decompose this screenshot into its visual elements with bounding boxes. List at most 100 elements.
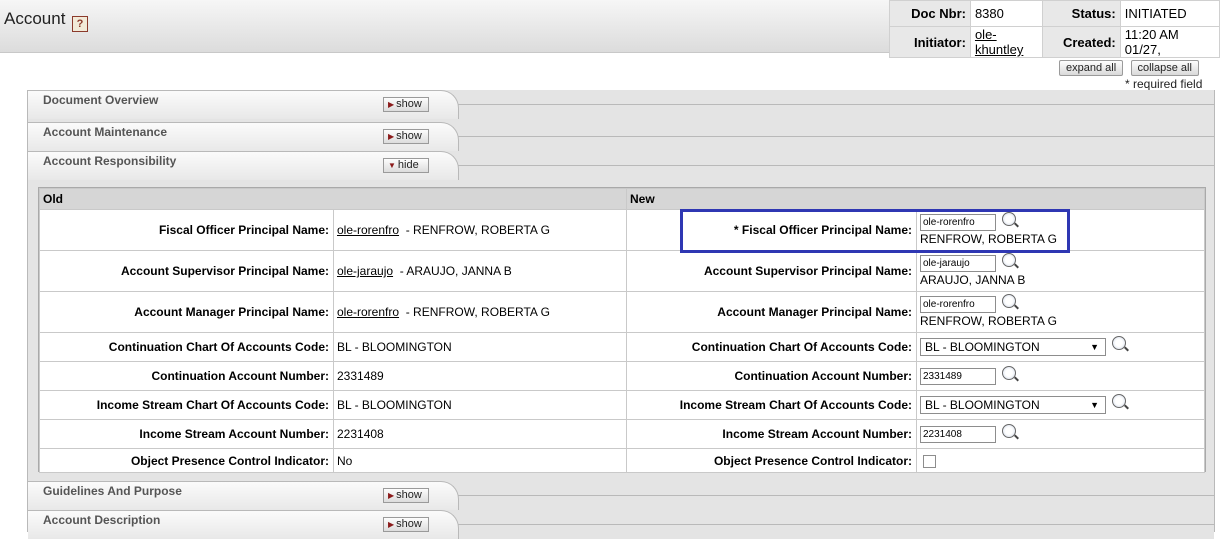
continuation-account-label: Continuation Account Number:	[39, 361, 334, 391]
account-supervisor-new-name: ARAUJO, JANNA B	[920, 273, 1026, 287]
guidelines-show-button[interactable]: ▶ show	[383, 488, 429, 503]
initiator-link-cell: ole-khuntley	[969, 26, 1043, 58]
table-row: Continuation Account Number: 2331489 Con…	[39, 361, 1205, 391]
account-maintenance-show-button[interactable]: ▶ show	[383, 129, 429, 144]
account-manager-old-value: ole-rorenfro - RENFROW, ROBERTA G	[333, 291, 627, 333]
new-column-header: New	[626, 188, 1205, 210]
triangle-down-icon: ▼	[388, 161, 396, 170]
account-manager-old-link[interactable]: ole-rorenfro	[337, 305, 399, 319]
triangle-right-icon: ▶	[388, 132, 395, 141]
income-stream-chart-select[interactable]: BL - BLOOMINGTON ▼	[920, 396, 1106, 414]
income-stream-account-new-value: 2231408	[916, 419, 1205, 449]
button-label: show	[396, 518, 422, 530]
status-value: INITIATED	[1119, 0, 1220, 27]
table-row: Account Supervisor Principal Name: ole-j…	[39, 250, 1205, 292]
button-label: show	[396, 130, 422, 142]
account-manager-label: Account Manager Principal Name:	[39, 291, 334, 333]
table-row: Income Stream Chart Of Accounts Code: BL…	[39, 390, 1205, 420]
table-row: Account Manager Principal Name: ole-rore…	[39, 291, 1205, 333]
object-presence-checkbox[interactable]	[923, 454, 936, 468]
fiscal-officer-new-label: * Fiscal Officer Principal Name:	[626, 209, 917, 251]
button-label: hide	[397, 159, 419, 171]
object-presence-new-value	[916, 448, 1205, 473]
fiscal-officer-old-link[interactable]: ole-rorenfro	[337, 223, 399, 237]
income-stream-chart-label: Income Stream Chart Of Accounts Code:	[39, 390, 334, 420]
income-stream-account-input[interactable]: 2231408	[920, 425, 996, 443]
help-icon[interactable]: ?	[72, 16, 88, 32]
tab-title: Guidelines And Purpose	[43, 484, 182, 498]
lookup-icon[interactable]	[1112, 336, 1126, 350]
initiator-link[interactable]: ole-khuntley	[975, 27, 1023, 57]
account-description-show-button[interactable]: ▶ show	[383, 517, 429, 532]
continuation-chart-select[interactable]: BL - BLOOMINGTON ▼	[920, 338, 1106, 356]
doc-nbr-label: Doc Nbr:	[889, 0, 971, 27]
fiscal-officer-input[interactable]: ole-rorenfro	[920, 214, 996, 231]
account-manager-new-value: ole-rorenfro RENFROW, ROBERTA G	[916, 291, 1205, 333]
account-supervisor-new-label: Account Supervisor Principal Name:	[626, 250, 917, 292]
tab-account-maintenance: Account Maintenance ▶ show	[28, 122, 1214, 151]
button-label: show	[396, 489, 422, 501]
account-supervisor-input[interactable]: ole-jaraujo	[920, 255, 996, 272]
account-responsibility-panel: Old New Fiscal Officer Principal Name: o…	[38, 187, 1206, 473]
income-stream-account-new-label: Income Stream Account Number:	[626, 419, 917, 449]
account-supervisor-old-value: ole-jaraujo - ARAUJO, JANNA B	[333, 250, 627, 292]
income-stream-account-label: Income Stream Account Number:	[39, 419, 334, 449]
continuation-account-old-value: 2331489	[333, 361, 627, 391]
account-supervisor-label: Account Supervisor Principal Name:	[39, 250, 334, 292]
table-header-row: Old New	[39, 188, 1205, 210]
tab-account-description: Account Description ▶ show	[28, 510, 1214, 539]
account-manager-new-name: RENFROW, ROBERTA G	[920, 314, 1057, 328]
continuation-account-new-value: 2331489	[916, 361, 1205, 391]
lookup-icon[interactable]	[1002, 294, 1016, 308]
expand-all-button[interactable]: expand all	[1059, 60, 1124, 76]
fiscal-officer-old-value: ole-rorenfro - RENFROW, ROBERTA G	[333, 209, 627, 251]
income-stream-chart-new-label: Income Stream Chart Of Accounts Code:	[626, 390, 917, 420]
expand-collapse-buttons: expand all collapse all	[1059, 60, 1203, 76]
triangle-right-icon: ▶	[388, 520, 395, 529]
lookup-icon[interactable]	[1002, 212, 1016, 226]
select-value: BL - BLOOMINGTON	[925, 398, 1040, 412]
object-presence-old-value: No	[333, 448, 627, 473]
chevron-down-icon: ▼	[1090, 342, 1099, 352]
account-supervisor-old-link[interactable]: ole-jaraujo	[337, 264, 393, 278]
created-label: Created:	[1041, 26, 1121, 58]
button-label: show	[396, 98, 422, 110]
tab-account-responsibility: Account Responsibility ▼ hide	[28, 151, 1214, 180]
account-manager-old-name: - RENFROW, ROBERTA G	[405, 305, 550, 319]
tab-container: Document Overview ▶ show Account Maintena…	[27, 90, 1215, 539]
account-responsibility-hide-button[interactable]: ▼ hide	[383, 158, 429, 173]
doc-nbr-value: 8380	[969, 0, 1043, 27]
account-manager-new-label: Account Manager Principal Name:	[626, 291, 917, 333]
continuation-account-input[interactable]: 2331489	[920, 367, 996, 385]
fiscal-officer-new-name: RENFROW, ROBERTA G	[920, 232, 1057, 246]
tab-document-overview: Document Overview ▶ show	[28, 90, 1214, 119]
document-overview-show-button[interactable]: ▶ show	[383, 97, 429, 112]
lookup-icon[interactable]	[1002, 423, 1016, 438]
continuation-chart-new-label: Continuation Chart Of Accounts Code:	[626, 332, 917, 362]
lookup-icon[interactable]	[1002, 365, 1016, 380]
account-supervisor-old-name: - ARAUJO, JANNA B	[399, 264, 512, 278]
account-manager-input[interactable]: ole-rorenfro	[920, 296, 996, 313]
select-value: BL - BLOOMINGTON	[925, 340, 1040, 354]
object-presence-label: Object Presence Control Indicator:	[39, 448, 334, 473]
old-column-header: Old	[39, 188, 627, 210]
fiscal-officer-label: Fiscal Officer Principal Name:	[39, 209, 334, 251]
page-title: Account	[4, 9, 66, 28]
lookup-icon[interactable]	[1002, 253, 1016, 267]
table-row: Object Presence Control Indicator: No Ob…	[39, 448, 1205, 473]
lookup-icon[interactable]	[1112, 394, 1126, 408]
tab-title: Document Overview	[43, 93, 159, 107]
initiator-label: Initiator:	[889, 26, 971, 58]
triangle-right-icon: ▶	[388, 491, 395, 500]
collapse-all-button[interactable]: collapse all	[1130, 60, 1199, 76]
continuation-account-new-label: Continuation Account Number:	[626, 361, 917, 391]
continuation-chart-new-value: BL - BLOOMINGTON ▼	[916, 332, 1205, 362]
table-row: Fiscal Officer Principal Name: ole-roren…	[39, 209, 1205, 251]
income-stream-account-old-value: 2231408	[333, 419, 627, 449]
continuation-chart-old-value: BL - BLOOMINGTON	[333, 332, 627, 362]
document-info-table: Doc Nbr: 8380 Status: INITIATED Initiato…	[889, 0, 1220, 58]
income-stream-chart-old-value: BL - BLOOMINGTON	[333, 390, 627, 420]
created-value: 11:20 AM 01/27,	[1119, 26, 1220, 58]
fiscal-officer-old-name: - RENFROW, ROBERTA G	[405, 223, 550, 237]
income-stream-chart-new-value: BL - BLOOMINGTON ▼	[916, 390, 1205, 420]
